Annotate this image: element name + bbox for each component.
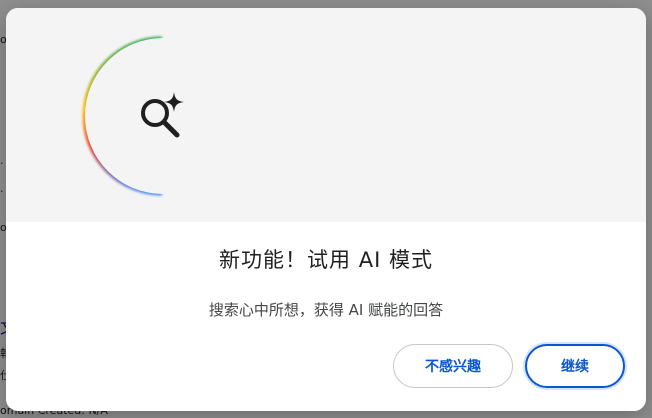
ai-search-sparkle-icon <box>136 92 188 144</box>
hero-illustration <box>6 8 646 222</box>
continue-button[interactable]: 继续 <box>525 344 625 388</box>
dialog-title: 新功能！试用 AI 模式 <box>219 248 433 272</box>
dialog-subtitle: 搜索心中所想，获得 AI 赋能的回答 <box>208 301 444 319</box>
ai-mode-promo-dialog: 新功能！试用 AI 模式 搜索心中所想，获得 AI 赋能的回答 不感兴趣 继续 <box>6 8 646 411</box>
not-interested-button[interactable]: 不感兴趣 <box>393 344 513 388</box>
